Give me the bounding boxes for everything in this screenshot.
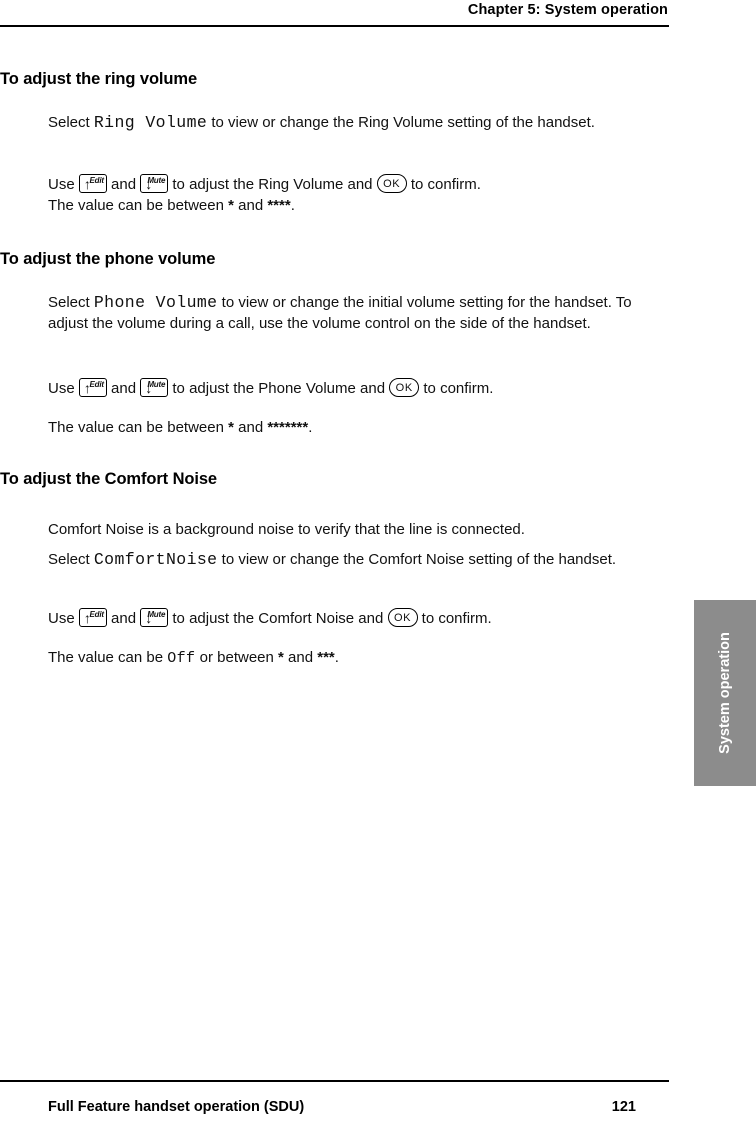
key-label: Mute	[147, 610, 166, 619]
text-run: The value can be between	[48, 197, 229, 214]
key-label: Edit	[89, 176, 105, 185]
footer-page-number: 121	[611, 1099, 636, 1115]
paragraph: The value can be Off or between * and **…	[48, 647, 668, 669]
paragraph: Use ↑ Edit and ↓ Mute to adjust the Comfor…	[48, 608, 668, 629]
text-run: Select	[48, 114, 94, 131]
chapter-header: Chapter 5: System operation	[467, 2, 668, 18]
text-run: .	[290, 197, 295, 214]
text-run: Use	[48, 176, 79, 193]
key-label: Edit	[89, 610, 105, 619]
setting-value: Off	[167, 650, 196, 667]
section-heading: To adjust the ring volume	[0, 70, 198, 88]
key-label: OK	[393, 612, 412, 624]
text-run: to adjust the Ring Volume and	[168, 176, 377, 193]
header-divider	[0, 25, 669, 27]
key-label: Mute	[147, 380, 166, 389]
text-run: or between	[195, 649, 279, 666]
key-label: Mute	[147, 176, 166, 185]
paragraph: Use ↑ Edit and ↓ Mute to adjust the Ring V…	[48, 174, 668, 195]
key-label: OK	[395, 382, 413, 394]
key-label: OK	[383, 178, 401, 190]
key-up-edit-icon: ↑ Edit	[78, 378, 107, 397]
text-run: to confirm.	[406, 176, 481, 193]
text-run: to confirm.	[419, 380, 494, 397]
key-ok-icon: OK	[387, 608, 418, 627]
text-run: The value can be between	[48, 419, 229, 436]
key-label: Edit	[89, 380, 105, 389]
text-run: and	[233, 419, 268, 436]
key-up-edit-icon: ↑ Edit	[78, 608, 107, 627]
text-run: and	[106, 380, 141, 397]
menu-item-name: ComfortNoise	[93, 550, 218, 569]
text-run: and	[233, 197, 268, 214]
paragraph: Select Ring Volume to view or change the…	[48, 112, 668, 133]
key-down-mute-icon: ↓ Mute	[140, 378, 169, 397]
paragraph: Comfort Noise is a background noise to v…	[48, 519, 668, 540]
text-run: to confirm.	[417, 610, 492, 627]
value-stars: *******	[267, 419, 309, 436]
footer-divider	[0, 1080, 669, 1082]
text-run: Use	[48, 610, 79, 627]
text-run: .	[334, 649, 339, 666]
side-tab: System operation	[694, 600, 756, 786]
section-heading: To adjust the Comfort Noise	[0, 470, 217, 488]
text-run: to adjust the Phone Volume and	[168, 380, 390, 397]
side-tab-label: System operation	[717, 632, 733, 754]
key-down-mute-icon: ↓ Mute	[140, 608, 169, 627]
paragraph: Use ↑ Edit and ↓ Mute to adjust the Phone …	[48, 378, 668, 399]
paragraph: The value can be between * and ****.	[48, 195, 668, 216]
text-run: Use	[48, 380, 79, 397]
paragraph: Select ComfortNoise to view or change th…	[48, 549, 668, 570]
key-ok-icon: OK	[389, 378, 420, 397]
footer-title: Full Feature handset operation (SDU)	[48, 1099, 305, 1115]
key-up-edit-icon: ↑ Edit	[78, 174, 107, 193]
text-run: The value can be	[48, 649, 168, 666]
text-run: to view or change the Ring Volume settin…	[207, 114, 595, 131]
document-page: Chapter 5: System operation System opera…	[0, 0, 756, 1130]
section-heading: To adjust the phone volume	[0, 250, 216, 268]
text-run: to view or change the Comfort Noise sett…	[217, 551, 617, 568]
text-run: and	[106, 176, 141, 193]
menu-item-name: Ring Volume	[93, 113, 208, 132]
paragraph: Select Phone Volume to view or change th…	[48, 292, 668, 334]
text-run: Select	[48, 294, 94, 311]
text-run: Select	[48, 551, 94, 568]
key-ok-icon: OK	[376, 174, 407, 193]
text-run: to adjust the Comfort Noise and	[168, 610, 388, 627]
text-run: .	[308, 419, 313, 436]
menu-item-name: Phone Volume	[93, 293, 218, 312]
text-run: Comfort Noise is a background noise to v…	[48, 521, 525, 538]
key-down-mute-icon: ↓ Mute	[140, 174, 169, 193]
paragraph: The value can be between * and *******.	[48, 417, 668, 438]
text-run: and	[283, 649, 318, 666]
text-run: and	[106, 610, 141, 627]
value-stars: ****	[267, 197, 291, 214]
value-stars: ***	[317, 649, 335, 666]
